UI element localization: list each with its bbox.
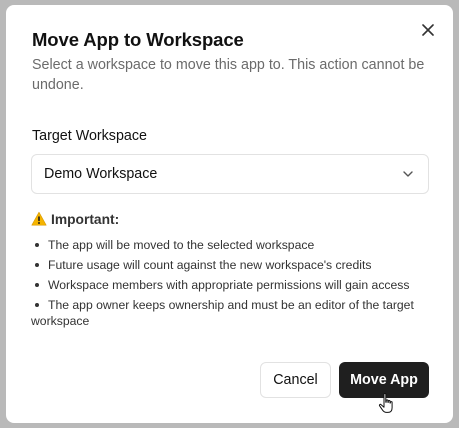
warning-icon (31, 211, 47, 226)
important-heading: Important: (31, 211, 119, 227)
important-label: Important: (51, 211, 120, 227)
move-app-dialog: Move App to Workspace Select a workspace… (6, 5, 453, 423)
list-item: The app will be moved to the selected wo… (31, 237, 431, 253)
important-notes-list: The app will be moved to the selected wo… (31, 237, 431, 333)
workspace-select-value: Demo Workspace (44, 166, 158, 182)
list-item: Future usage will count against the new … (31, 257, 431, 273)
cancel-button[interactable]: Cancel (260, 362, 331, 398)
move-app-button[interactable]: Move App (339, 362, 429, 398)
close-icon (422, 24, 434, 36)
list-item: The app owner keeps ownership and must b… (31, 297, 431, 329)
close-button[interactable] (419, 21, 437, 39)
chevron-down-icon (403, 171, 413, 177)
target-workspace-label: Target Workspace (32, 128, 147, 144)
dialog-title: Move App to Workspace (32, 29, 244, 50)
dialog-description: Select a workspace to move this app to. … (32, 57, 425, 93)
workspace-select[interactable]: Demo Workspace (31, 154, 429, 194)
list-item: Workspace members with appropriate permi… (31, 277, 431, 293)
